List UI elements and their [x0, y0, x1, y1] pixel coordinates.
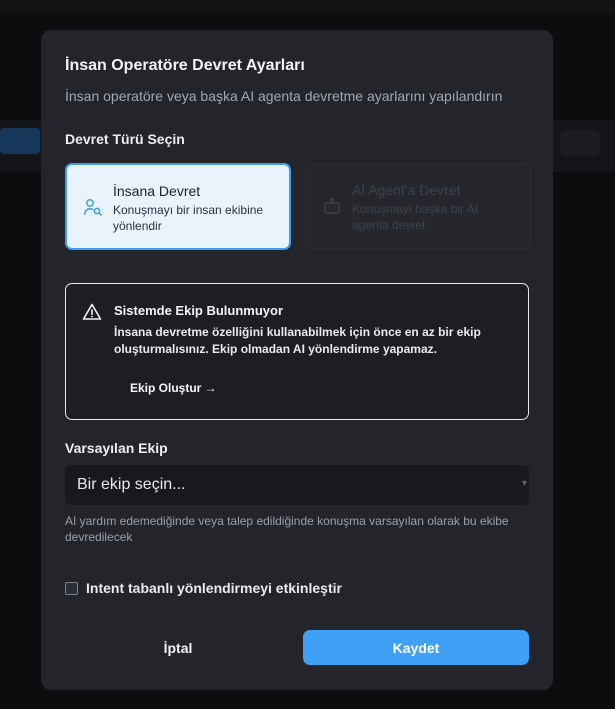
background-topbar	[0, 0, 615, 14]
chevron-down-icon: ▾	[521, 478, 527, 489]
user-search-icon	[83, 197, 103, 217]
handoff-option-human[interactable]: İnsana Devret Konuşmayı bir insan ekibin…	[65, 163, 291, 250]
intent-routing-label[interactable]: Intent tabanlı yönlendirmeyi etkinleştir	[86, 580, 342, 596]
warning-icon	[82, 302, 102, 322]
save-button[interactable]: Kaydet	[303, 630, 529, 665]
intent-routing-row: Intent tabanlı yönlendirmeyi etkinleştir	[65, 580, 342, 596]
handoff-option-ai-agent: AI Agent'a Devret Konuşmayı başka bir AI…	[305, 163, 531, 250]
intent-routing-checkbox[interactable]	[65, 581, 78, 595]
background-button	[0, 128, 40, 154]
default-team-helper: AI yardım edemediğinde veya talep edildi…	[65, 514, 509, 544]
default-team-placeholder: Bir ekip seçin...	[77, 476, 186, 493]
background-icon-button	[560, 130, 600, 156]
handoff-option-human-title: İnsana Devret	[113, 183, 201, 199]
handoff-settings-dialog: İnsan Operatöre Devret Ayarları İnsan op…	[41, 30, 553, 690]
default-team-select[interactable]: Bir ekip seçin... ▾	[65, 465, 529, 505]
dialog-subtitle: İnsan operatöre veya başka AI agenta dev…	[65, 88, 503, 104]
bot-icon	[322, 196, 342, 216]
handoff-type-label: Devret Türü Seçin	[65, 131, 185, 147]
handoff-option-human-desc: Konuşmayı bir insan ekibine yönlendir	[113, 203, 264, 233]
cancel-button[interactable]: İptal	[65, 630, 291, 665]
no-team-alert: Sistemde Ekip Bulunmuyor İnsana devretme…	[65, 283, 529, 420]
dialog-title: İnsan Operatöre Devret Ayarları	[65, 57, 305, 74]
default-team-label: Varsayılan Ekip	[65, 440, 168, 456]
handoff-option-ai-title: AI Agent'a Devret	[352, 182, 461, 198]
create-team-link[interactable]: Ekip Oluştur →	[130, 381, 217, 395]
alert-title: Sistemde Ekip Bulunmuyor	[114, 303, 284, 318]
handoff-option-ai-desc: Konuşmayı başka bir AI agenta devret	[352, 202, 479, 232]
alert-description: İnsana devretme özelliğini kullanabilmek…	[114, 325, 481, 356]
